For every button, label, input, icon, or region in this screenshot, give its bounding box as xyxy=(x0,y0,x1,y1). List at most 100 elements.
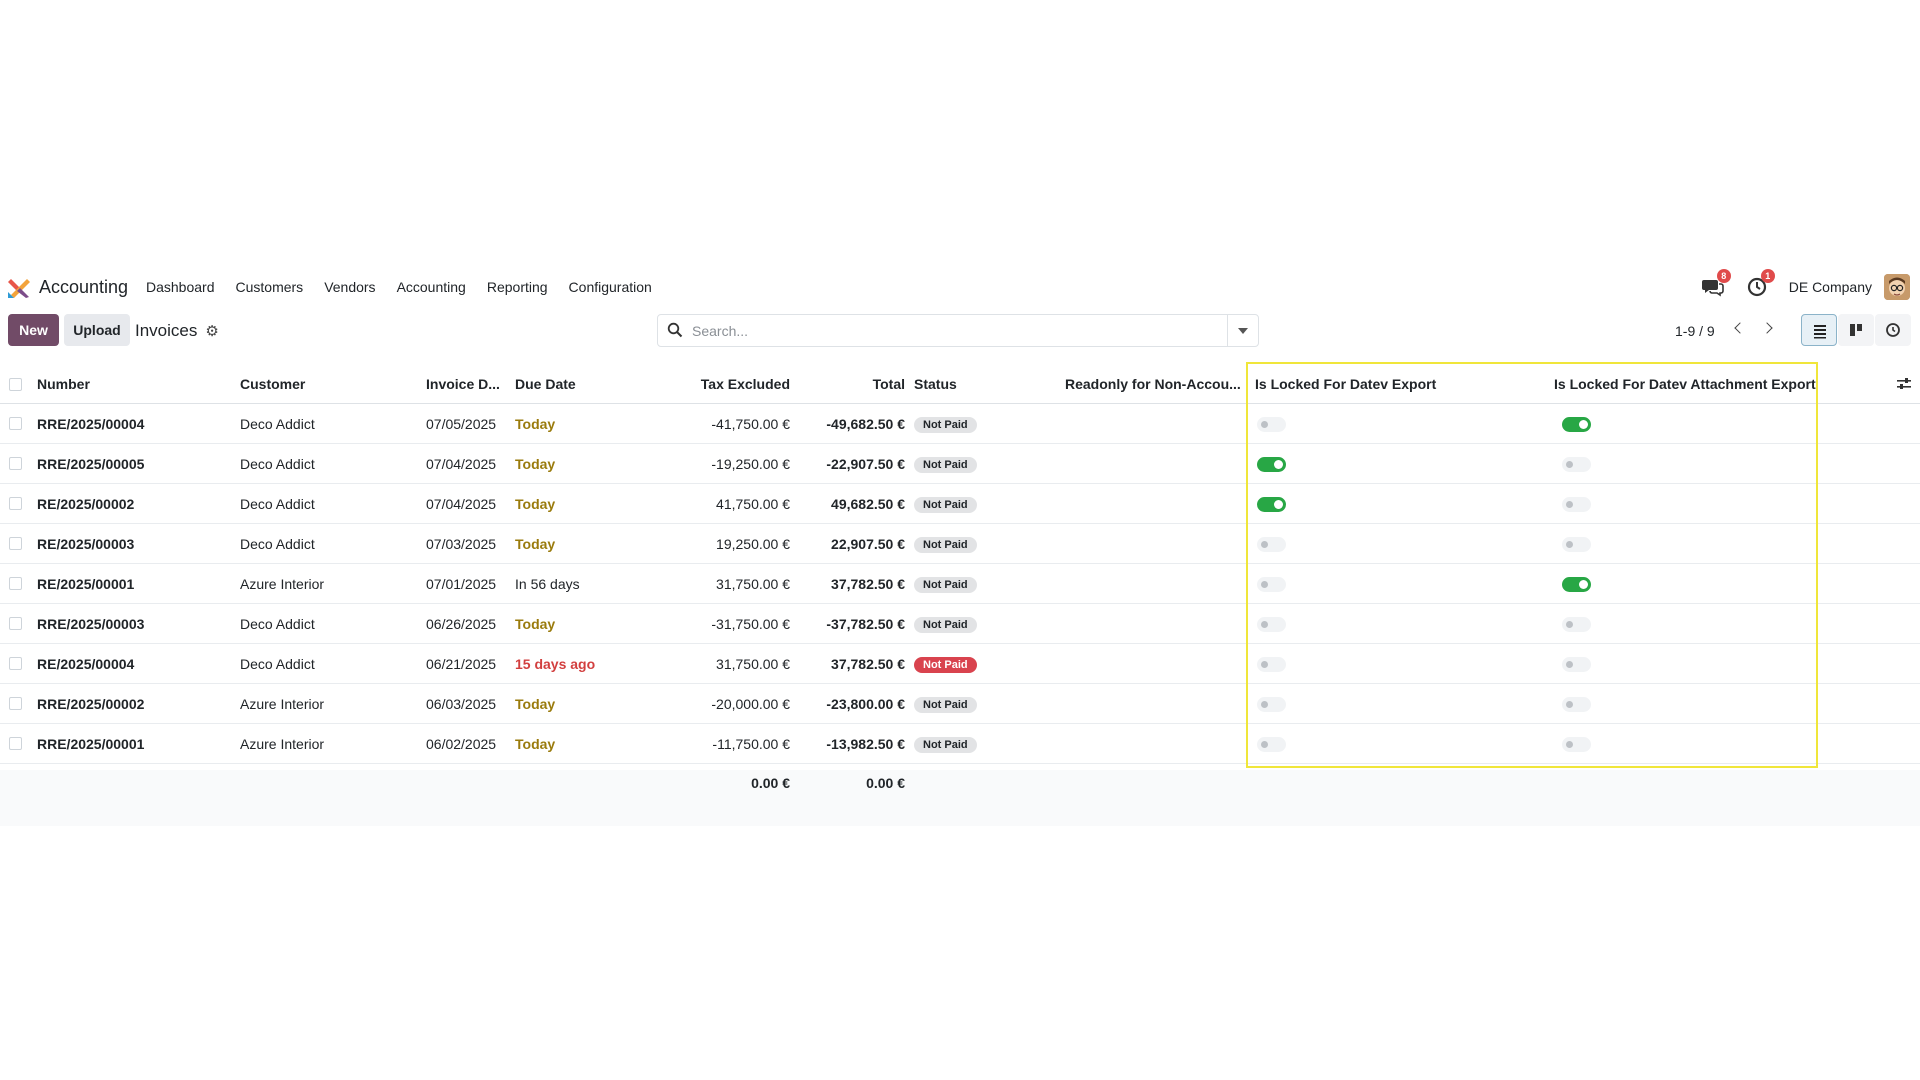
customer-name[interactable]: Deco Addict xyxy=(240,644,426,684)
invoice-number[interactable]: RE/2025/00002 xyxy=(37,484,240,524)
total-amount[interactable]: -22,907.50 € xyxy=(790,444,905,484)
locked-attachment-toggle[interactable] xyxy=(1562,577,1591,592)
invoice-date[interactable]: 07/01/2025 xyxy=(426,564,515,604)
row-checkbox[interactable] xyxy=(9,617,22,630)
invoice-number[interactable]: RE/2025/00003 xyxy=(37,524,240,564)
invoice-number[interactable]: RRE/2025/00001 xyxy=(37,724,240,764)
pager-previous-button[interactable] xyxy=(1730,319,1750,339)
locked-export-toggle[interactable] xyxy=(1257,497,1286,512)
invoice-date[interactable]: 06/03/2025 xyxy=(426,684,515,724)
total-amount[interactable]: 37,782.50 € xyxy=(790,644,905,684)
menu-dashboard[interactable]: Dashboard xyxy=(146,279,215,295)
row-checkbox[interactable] xyxy=(9,537,22,550)
activity-view-button[interactable] xyxy=(1875,314,1911,346)
row-checkbox[interactable] xyxy=(9,577,22,590)
locked-export-toggle[interactable] xyxy=(1257,577,1286,592)
menu-reporting[interactable]: Reporting xyxy=(487,279,548,295)
invoice-date[interactable]: 06/02/2025 xyxy=(426,724,515,764)
locked-attachment-toggle[interactable] xyxy=(1562,457,1591,472)
total-amount[interactable]: -13,982.50 € xyxy=(790,724,905,764)
invoice-number[interactable]: RE/2025/00001 xyxy=(37,564,240,604)
total-amount[interactable]: -49,682.50 € xyxy=(790,404,905,444)
row-checkbox[interactable] xyxy=(9,497,22,510)
due-date[interactable]: Today xyxy=(515,484,610,524)
row-checkbox[interactable] xyxy=(9,417,22,430)
user-avatar[interactable] xyxy=(1884,274,1910,300)
invoice-date[interactable]: 07/04/2025 xyxy=(426,444,515,484)
upload-button[interactable]: Upload xyxy=(64,314,130,346)
company-switcher[interactable]: DE Company xyxy=(1789,279,1872,295)
col-invoice-date[interactable]: Invoice D... xyxy=(426,365,515,404)
locked-attachment-toggle[interactable] xyxy=(1562,497,1591,512)
customer-name[interactable]: Deco Addict xyxy=(240,444,426,484)
tax-excluded[interactable]: 31,750.00 € xyxy=(610,564,790,604)
row-checkbox[interactable] xyxy=(9,697,22,710)
menu-configuration[interactable]: Configuration xyxy=(569,279,652,295)
table-row[interactable]: RE/2025/00004Deco Addict06/21/202515 day… xyxy=(0,644,1920,684)
invoice-date[interactable]: 07/04/2025 xyxy=(426,484,515,524)
table-row[interactable]: RRE/2025/00004Deco Addict07/05/2025Today… xyxy=(0,404,1920,444)
customer-name[interactable]: Azure Interior xyxy=(240,724,426,764)
customer-name[interactable]: Deco Addict xyxy=(240,604,426,644)
tax-excluded[interactable]: -41,750.00 € xyxy=(610,404,790,444)
total-amount[interactable]: -37,782.50 € xyxy=(790,604,905,644)
gear-icon[interactable]: ⚙ xyxy=(205,322,218,340)
invoice-number[interactable]: RE/2025/00004 xyxy=(37,644,240,684)
locked-attachment-toggle[interactable] xyxy=(1562,537,1591,552)
locked-export-toggle[interactable] xyxy=(1257,657,1286,672)
locked-export-toggle[interactable] xyxy=(1257,417,1286,432)
total-amount[interactable]: 37,782.50 € xyxy=(790,564,905,604)
col-status[interactable]: Status xyxy=(905,365,1045,404)
tax-excluded[interactable]: 31,750.00 € xyxy=(610,644,790,684)
locked-attachment-toggle[interactable] xyxy=(1562,737,1591,752)
table-row[interactable]: RRE/2025/00005Deco Addict07/04/2025Today… xyxy=(0,444,1920,484)
table-row[interactable]: RRE/2025/00003Deco Addict06/26/2025Today… xyxy=(0,604,1920,644)
tax-excluded[interactable]: -19,250.00 € xyxy=(610,444,790,484)
locked-attachment-toggle[interactable] xyxy=(1562,657,1591,672)
locked-attachment-toggle[interactable] xyxy=(1562,697,1591,712)
customer-name[interactable]: Deco Addict xyxy=(240,484,426,524)
customer-name[interactable]: Deco Addict xyxy=(240,524,426,564)
due-date[interactable]: Today xyxy=(515,444,610,484)
col-tax-excluded[interactable]: Tax Excluded xyxy=(610,365,790,404)
due-date[interactable]: In 56 days xyxy=(515,564,610,604)
invoice-number[interactable]: RRE/2025/00002 xyxy=(37,684,240,724)
table-row[interactable]: RRE/2025/00001Azure Interior06/02/2025To… xyxy=(0,724,1920,764)
invoice-number[interactable]: RRE/2025/00003 xyxy=(37,604,240,644)
locked-export-toggle[interactable] xyxy=(1257,697,1286,712)
locked-export-toggle[interactable] xyxy=(1257,537,1286,552)
tax-excluded[interactable]: -11,750.00 € xyxy=(610,724,790,764)
invoice-number[interactable]: RRE/2025/00004 xyxy=(37,404,240,444)
due-date[interactable]: Today xyxy=(515,404,610,444)
col-due-date[interactable]: Due Date xyxy=(515,365,610,404)
kanban-view-button[interactable] xyxy=(1838,314,1874,346)
table-row[interactable]: RE/2025/00001Azure Interior07/01/2025In … xyxy=(0,564,1920,604)
menu-accounting[interactable]: Accounting xyxy=(397,279,466,295)
total-amount[interactable]: 49,682.50 € xyxy=(790,484,905,524)
pager-next-button[interactable] xyxy=(1760,319,1780,339)
due-date[interactable]: Today xyxy=(515,684,610,724)
locked-export-toggle[interactable] xyxy=(1257,457,1286,472)
select-all-checkbox[interactable] xyxy=(9,378,22,391)
col-customer[interactable]: Customer xyxy=(240,365,426,404)
due-date[interactable]: Today xyxy=(515,724,610,764)
total-amount[interactable]: -23,800.00 € xyxy=(790,684,905,724)
search-input[interactable] xyxy=(690,319,1214,343)
due-date[interactable]: Today xyxy=(515,604,610,644)
col-readonly[interactable]: Readonly for Non-Accou... xyxy=(1045,365,1245,404)
customer-name[interactable]: Azure Interior xyxy=(240,564,426,604)
menu-vendors[interactable]: Vendors xyxy=(324,279,375,295)
col-total[interactable]: Total xyxy=(790,365,905,404)
locked-attachment-toggle[interactable] xyxy=(1562,417,1591,432)
total-amount[interactable]: 22,907.50 € xyxy=(790,524,905,564)
row-checkbox[interactable] xyxy=(9,737,22,750)
locked-export-toggle[interactable] xyxy=(1257,617,1286,632)
table-row[interactable]: RE/2025/00003Deco Addict07/03/2025Today1… xyxy=(0,524,1920,564)
invoice-date[interactable]: 06/26/2025 xyxy=(426,604,515,644)
invoice-date[interactable]: 07/05/2025 xyxy=(426,404,515,444)
locked-export-toggle[interactable] xyxy=(1257,737,1286,752)
activities-icon[interactable]: 1 xyxy=(1745,275,1769,299)
tax-excluded[interactable]: 19,250.00 € xyxy=(610,524,790,564)
customer-name[interactable]: Deco Addict xyxy=(240,404,426,444)
table-row[interactable]: RE/2025/00002Deco Addict07/04/2025Today 4… xyxy=(0,484,1920,524)
